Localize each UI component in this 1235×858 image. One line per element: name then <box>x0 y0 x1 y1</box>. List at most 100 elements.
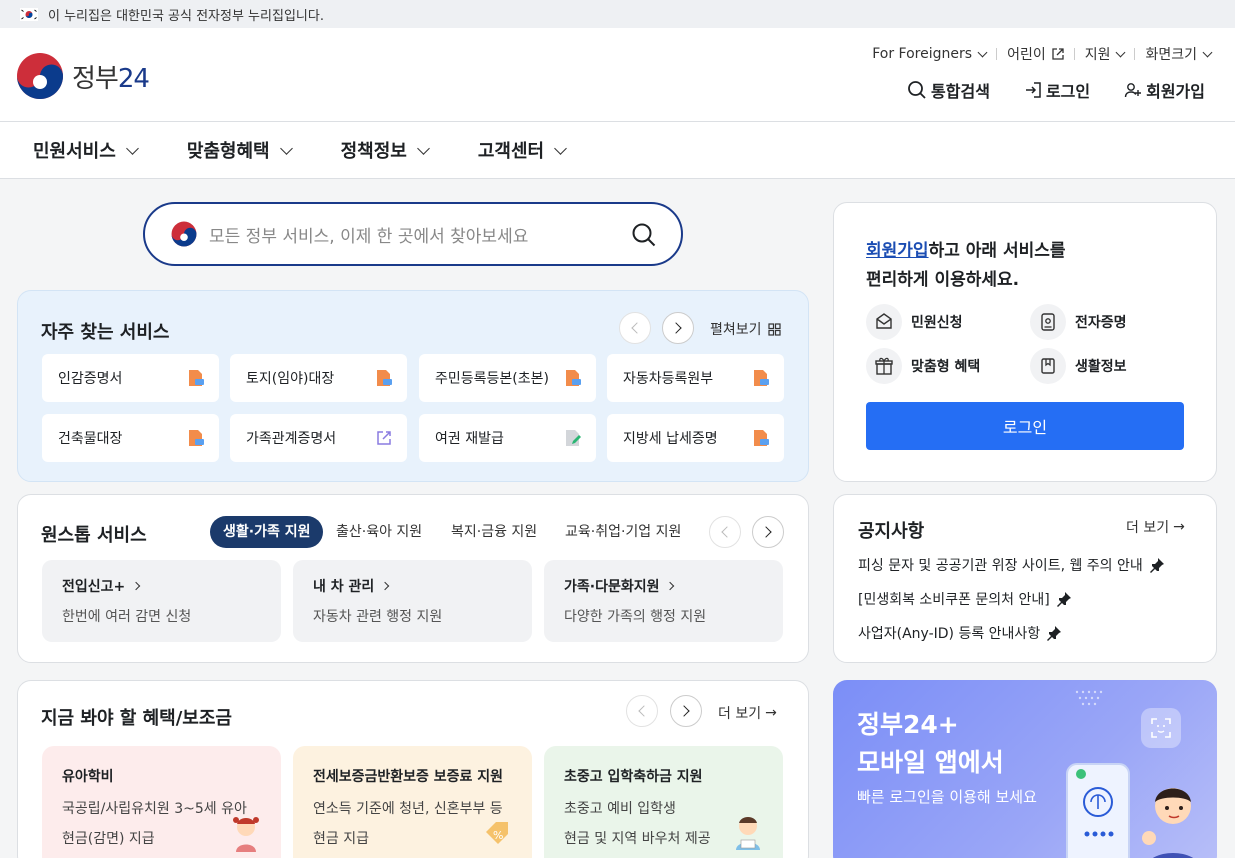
benefit-title: 전세보증금반환보증 보증료 지원 <box>313 769 504 785</box>
search-icon[interactable] <box>631 222 657 248</box>
add-user-icon <box>1124 83 1142 98</box>
header-actions: 통합검색 로그인 회원가입 <box>873 78 1205 102</box>
onestop-card[interactable]: 전입신고+ 한번에 여러 감면 신청 <box>42 560 281 642</box>
prev-button[interactable] <box>626 695 658 727</box>
benefit-card[interactable]: 유아학비 국공립/사립유치원 3~5세 유아 현금(감면) 지급 <box>42 746 281 858</box>
service-label: 건축물대장 <box>58 431 123 447</box>
gov-banner-text: 이 누리집은 대한민국 공식 전자정부 누리집입니다. <box>48 8 324 24</box>
card-desc: 한번에 여러 감면 신청 <box>62 609 192 625</box>
chevron-right-icon <box>132 581 141 591</box>
service-item[interactable]: 건축물대장 <box>42 414 219 462</box>
arrow-right-icon: → <box>1173 519 1185 535</box>
service-item[interactable]: 인감증명서 <box>42 354 219 402</box>
screen-size-menu[interactable]: 화면크기 <box>1145 44 1213 64</box>
quick-item-label: 생활정보 <box>1075 359 1127 375</box>
document-icon <box>189 370 204 386</box>
edit-document-icon <box>566 430 581 446</box>
support-menu[interactable]: 지원 <box>1084 44 1126 64</box>
next-button[interactable] <box>670 695 702 727</box>
benefit-title: 초중고 입학축하금 지원 <box>564 769 703 785</box>
chevron-left-icon <box>631 322 643 334</box>
notice-item[interactable]: 피싱 문자 및 공공기관 위장 사이트, 웹 주의 안내 <box>858 555 1165 575</box>
gnb-label: 민원서비스 <box>33 141 116 162</box>
bookmark-icon <box>1030 348 1066 384</box>
card-title: 가족·다문화지원 <box>564 576 763 596</box>
expand-label: 펼쳐보기 <box>710 322 762 338</box>
chevron-right-icon <box>666 581 675 591</box>
login-button[interactable]: 로그인 <box>866 402 1184 450</box>
gnb-civil-service[interactable]: 민원서비스 <box>33 137 139 163</box>
gnb-policy-info[interactable]: 정책정보 <box>341 137 430 163</box>
more-label: 더 보기 <box>718 706 762 722</box>
chevron-down-icon <box>977 47 988 57</box>
utility-nav: For Foreigners 어린이 지원 화면크기 <box>872 44 1213 64</box>
site-logo[interactable]: 정부24 <box>16 52 150 100</box>
utility-label: For Foreigners <box>872 46 973 62</box>
gift-icon <box>866 348 902 384</box>
gov-banner: 이 누리집은 대한민국 공식 전자정부 누리집입니다. <box>0 0 1235 28</box>
for-foreigners-menu[interactable]: For Foreigners <box>872 46 988 62</box>
tab-birth-childcare[interactable]: 출산·육아 지원 <box>336 516 422 548</box>
more-link[interactable]: 더 보기 → <box>718 703 777 723</box>
search-input[interactable]: 모든 정부 서비스, 이제 한 곳에서 찾아보세요 <box>143 202 683 266</box>
kids-link[interactable]: 어린이 <box>1007 44 1064 64</box>
tab-welfare-finance[interactable]: 복지·금융 지원 <box>451 516 537 548</box>
card-title: 전입신고+ <box>62 576 261 596</box>
next-button[interactable] <box>752 516 784 548</box>
chevron-down-icon <box>417 141 430 155</box>
service-item[interactable]: 토지(임야)대장 <box>230 354 407 402</box>
onestop-services-panel: 원스톱 서비스 생활·가족 지원 출산·육아 지원 복지·금융 지원 교육·취업… <box>17 494 809 663</box>
chevron-left-icon <box>638 705 650 717</box>
service-item[interactable]: 여권 재발급 <box>419 414 596 462</box>
utility-label: 지원 <box>1084 47 1111 63</box>
external-link-icon <box>377 431 391 445</box>
expand-button[interactable]: 펼쳐보기 <box>710 319 781 339</box>
prev-button[interactable] <box>619 312 651 344</box>
benefit-card[interactable]: 초중고 입학축하금 지원 초중고 예비 입학생 현금 및 지역 바우처 제공 <box>544 746 783 858</box>
gnb-customer-center[interactable]: 고객센터 <box>478 137 567 163</box>
service-label: 자동차등록원부 <box>623 371 714 387</box>
chevron-right-icon <box>381 581 390 591</box>
benefits-panel: 지금 봐야 할 혜택/보조금 더 보기 → 유아학비 국공립/사립유치원 3~5세… <box>17 680 809 858</box>
tab-life-family[interactable]: 생활·가족 지원 <box>210 516 324 548</box>
signup-link[interactable]: 회원가입 <box>1124 78 1205 102</box>
service-item[interactable]: 가족관계증명서 <box>230 414 407 462</box>
onestop-card[interactable]: 내 차 관리 자동차 관련 행정 지원 <box>293 560 532 642</box>
promo-subtitle: 빠른 로그인을 이용해 보세요 <box>857 788 1037 806</box>
utility-label: 화면크기 <box>1145 47 1197 63</box>
pin-icon <box>1149 558 1164 573</box>
onestop-card[interactable]: 가족·다문화지원 다양한 가족의 행정 지원 <box>544 560 783 642</box>
quick-item: 전자증명 <box>1030 304 1127 340</box>
notice-text: 사업자(Any-ID) 등록 안내사항 <box>858 626 1041 642</box>
chevron-left-icon <box>721 526 733 538</box>
more-link[interactable]: 더 보기 → <box>1126 517 1185 537</box>
prev-button[interactable] <box>709 516 741 548</box>
divider <box>996 48 998 60</box>
promo-title-line: 모바일 앱에서 <box>857 748 1004 777</box>
dot-pattern-icon <box>1075 690 1103 706</box>
notice-panel: 공지사항 더 보기 → 피싱 문자 및 공공기관 위장 사이트, 웹 주의 안내 … <box>833 494 1217 663</box>
frequent-services-panel: 자주 찾는 서비스 펼쳐보기 인감증명서 토지(임야)대장 주민등록등본(초본)… <box>17 290 809 482</box>
taegukgi-icon <box>20 7 38 21</box>
service-item[interactable]: 지방세 납세증명 <box>607 414 784 462</box>
integrated-search-button[interactable]: 통합검색 <box>907 78 990 102</box>
section-title: 자주 찾는 서비스 <box>41 322 170 343</box>
benefit-card[interactable]: 전세보증금반환보증 보증료 지원 연소득 기준에 청년, 신혼부부 등 현금 지… <box>293 746 532 858</box>
notice-item[interactable]: [민생회복 소비쿠폰 문의처 안내] <box>858 589 1072 609</box>
mobile-app-promo[interactable]: 정부24+ 모바일 앱에서 빠른 로그인을 이용해 보세요 <box>833 680 1217 858</box>
login-link[interactable]: 로그인 <box>1024 78 1090 102</box>
service-item[interactable]: 주민등록등본(초본) <box>419 354 596 402</box>
notice-item[interactable]: 사업자(Any-ID) 등록 안내사항 <box>858 623 1062 643</box>
notice-text: 피싱 문자 및 공공기관 위장 사이트, 웹 주의 안내 <box>858 558 1143 574</box>
service-item[interactable]: 자동차등록원부 <box>607 354 784 402</box>
logo-text-main: 정부 <box>72 63 119 94</box>
gnb-custom-benefits[interactable]: 맞춤형혜택 <box>187 137 293 163</box>
next-button[interactable] <box>662 312 694 344</box>
signup-inline-link[interactable]: 회원가입 <box>866 241 929 261</box>
svg-text:%: % <box>493 829 503 842</box>
section-title: 공지사항 <box>858 521 925 542</box>
chevron-down-icon <box>279 141 293 155</box>
chevron-right-icon <box>678 705 690 717</box>
divider <box>1073 48 1075 60</box>
tab-education-jobs[interactable]: 교육·취업·기업 지원 <box>565 516 681 548</box>
